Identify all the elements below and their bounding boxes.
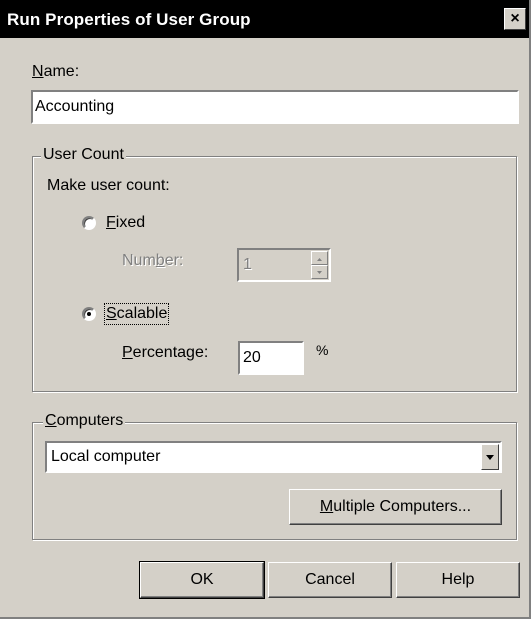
fixed-radio[interactable] bbox=[82, 216, 96, 230]
ok-button[interactable]: OK bbox=[139, 561, 265, 599]
computers-selected: Local computer bbox=[51, 448, 161, 465]
window-title: Run Properties of User Group bbox=[7, 10, 251, 29]
arrow-up-icon bbox=[317, 258, 322, 261]
radio-dot-icon bbox=[87, 312, 91, 316]
spin-up-button[interactable] bbox=[311, 251, 328, 265]
fixed-label[interactable]: Fixed bbox=[106, 214, 145, 232]
close-icon: × bbox=[510, 10, 520, 27]
computers-group-title: Computers bbox=[43, 412, 126, 430]
percent-sign: % bbox=[316, 342, 329, 358]
percentage-label: Percentage: bbox=[122, 344, 209, 361]
number-value: 1 bbox=[243, 256, 252, 273]
help-button[interactable]: Help bbox=[396, 562, 520, 598]
dropdown-button[interactable] bbox=[481, 444, 499, 470]
chevron-down-icon bbox=[486, 455, 494, 460]
dialog-window: Run Properties of User Group × Name: Acc… bbox=[0, 0, 531, 619]
percentage-value: 20 bbox=[243, 349, 261, 366]
cancel-button[interactable]: Cancel bbox=[268, 562, 392, 598]
percentage-input[interactable]: 20 bbox=[238, 341, 304, 375]
name-value: Accounting bbox=[35, 98, 115, 115]
number-label: Number: bbox=[122, 252, 184, 269]
scalable-label[interactable]: Scalable bbox=[103, 303, 170, 325]
make-user-count-label: Make user count: bbox=[47, 177, 170, 194]
multiple-computers-button[interactable]: Multiple Computers... bbox=[289, 489, 502, 525]
scalable-radio[interactable] bbox=[82, 307, 96, 321]
user-count-group-title: User Count bbox=[41, 146, 126, 164]
arrow-down-icon bbox=[317, 271, 322, 274]
title-bar[interactable]: Run Properties of User Group × bbox=[0, 0, 529, 38]
computers-dropdown[interactable]: Local computer bbox=[45, 441, 502, 473]
number-spinner: 1 bbox=[237, 248, 331, 282]
name-label: Name: bbox=[32, 63, 80, 80]
name-input[interactable]: Accounting bbox=[31, 90, 519, 124]
close-button[interactable]: × bbox=[504, 8, 526, 30]
spin-down-button[interactable] bbox=[311, 265, 328, 279]
